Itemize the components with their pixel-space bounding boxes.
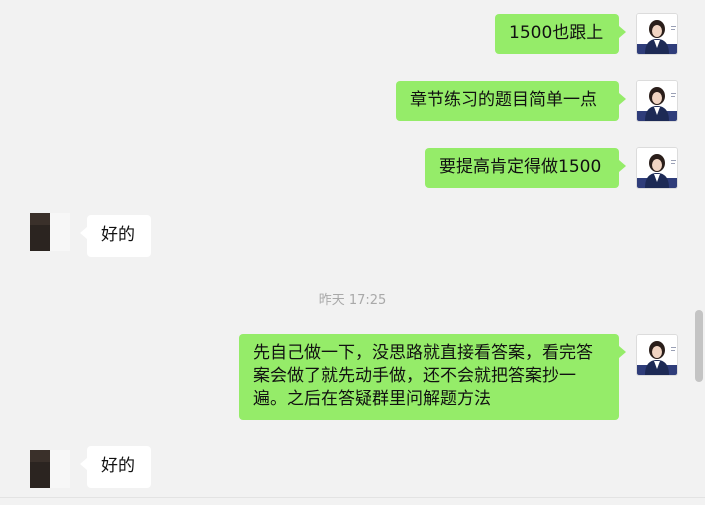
self-avatar[interactable] xyxy=(636,147,678,189)
contact-photo-icon xyxy=(30,213,70,251)
chat-message-area: 1500也跟上 章节练习的题目简单一点 要提高肯定得做1500 好的 昨天 17… xyxy=(0,0,705,505)
contact-avatar[interactable] xyxy=(30,450,70,488)
user-portrait-icon xyxy=(637,335,677,375)
chat-scrollbar[interactable] xyxy=(695,310,703,382)
divider xyxy=(0,497,705,498)
message-bubble-outgoing[interactable]: 要提高肯定得做1500 xyxy=(425,148,626,188)
message-bubble-incoming[interactable]: 好的 xyxy=(80,446,151,488)
message-bubble-incoming[interactable]: 好的 xyxy=(80,215,151,257)
user-portrait-icon xyxy=(637,148,677,188)
message-bubble-outgoing[interactable]: 章节练习的题目简单一点 xyxy=(396,81,626,121)
user-portrait-icon xyxy=(637,14,677,54)
contact-photo-icon xyxy=(30,450,70,488)
self-avatar[interactable] xyxy=(636,80,678,122)
user-portrait-icon xyxy=(637,81,677,121)
self-avatar[interactable] xyxy=(636,334,678,376)
message-bubble-outgoing[interactable]: 1500也跟上 xyxy=(495,14,626,54)
message-timestamp: 昨天 17:25 xyxy=(318,293,387,308)
contact-avatar[interactable] xyxy=(30,213,70,251)
message-bubble-outgoing[interactable]: 先自己做一下，没思路就直接看答案，看完答案会做了就先动手做，还不会就把答案抄一遍… xyxy=(239,334,626,420)
self-avatar[interactable] xyxy=(636,13,678,55)
